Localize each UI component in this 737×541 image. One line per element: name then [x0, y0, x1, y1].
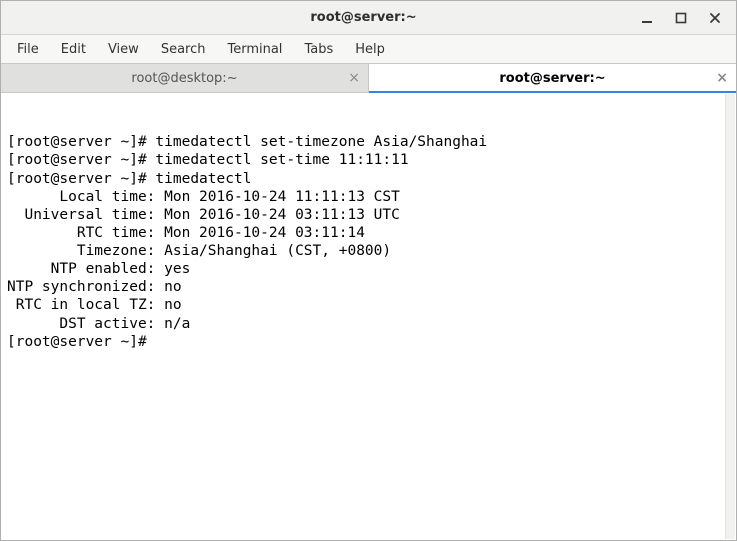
scrollbar[interactable] — [725, 94, 735, 539]
close-button[interactable] — [702, 5, 728, 31]
terminal-line: [root@server ~]# timedatectl set-time 11… — [7, 151, 730, 169]
terminal-line: [root@server ~]# timedatectl set-timezon… — [7, 133, 730, 151]
terminal-window: root@server:~ File Edit View Search Term… — [0, 0, 737, 541]
terminal-line: Universal time: Mon 2016-10-24 03:11:13 … — [7, 206, 730, 224]
terminal-line: NTP synchronized: no — [7, 278, 730, 296]
terminal-line: RTC time: Mon 2016-10-24 03:11:14 — [7, 224, 730, 242]
tabbar: root@desktop:~ × root@server:~ × — [1, 63, 736, 93]
terminal-line: [root@server ~]# — [7, 333, 730, 351]
menu-edit[interactable]: Edit — [51, 38, 96, 61]
tab-label: root@server:~ — [369, 71, 736, 86]
terminal-line: NTP enabled: yes — [7, 260, 730, 278]
titlebar: root@server:~ — [1, 1, 736, 35]
terminal-viewport[interactable]: [root@server ~]# timedatectl set-timezon… — [1, 93, 736, 540]
close-icon[interactable]: × — [348, 70, 360, 86]
tab-label: root@desktop:~ — [1, 71, 368, 86]
terminal-line: [root@server ~]# timedatectl — [7, 170, 730, 188]
close-icon[interactable]: × — [716, 70, 728, 86]
terminal-output: [root@server ~]# timedatectl set-timezon… — [7, 133, 730, 351]
terminal-line: RTC in local TZ: no — [7, 296, 730, 314]
menu-terminal[interactable]: Terminal — [217, 38, 292, 61]
terminal-line: DST active: n/a — [7, 315, 730, 333]
menu-search[interactable]: Search — [151, 38, 216, 61]
tab-server[interactable]: root@server:~ × — [369, 64, 736, 92]
maximize-button[interactable] — [668, 5, 694, 31]
terminal-line: Timezone: Asia/Shanghai (CST, +0800) — [7, 242, 730, 260]
menubar: File Edit View Search Terminal Tabs Help — [1, 35, 736, 63]
terminal-line: Local time: Mon 2016-10-24 11:11:13 CST — [7, 188, 730, 206]
window-title: root@server:~ — [101, 10, 626, 25]
menu-help[interactable]: Help — [345, 38, 395, 61]
menu-view[interactable]: View — [98, 38, 149, 61]
menu-tabs[interactable]: Tabs — [294, 38, 343, 61]
tab-desktop[interactable]: root@desktop:~ × — [1, 64, 369, 92]
menu-file[interactable]: File — [7, 38, 49, 61]
minimize-button[interactable] — [634, 5, 660, 31]
